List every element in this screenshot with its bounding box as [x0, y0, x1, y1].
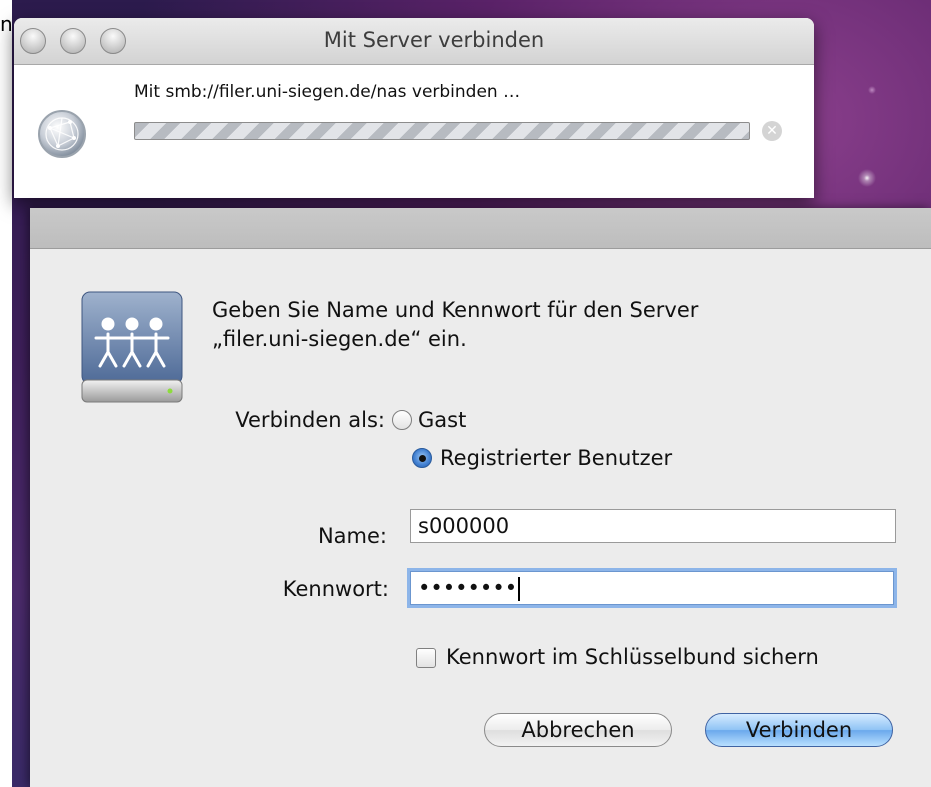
server-drive-icon [78, 290, 188, 410]
window-titlebar[interactable]: Mit Server verbinden [14, 18, 814, 65]
connect-as-label: Verbinden als: [235, 408, 385, 432]
login-sheet: Geben Sie Name und Kennwort für den Serv… [30, 208, 931, 787]
connect-window-body: Mit smb://filer.uni-siegen.de/nas verbin… [14, 65, 814, 198]
window-title: Mit Server verbinden [323, 28, 545, 52]
cancel-button[interactable]: Abbrechen [484, 713, 672, 747]
login-prompt: Geben Sie Name und Kennwort für den Serv… [212, 296, 698, 354]
globe-network-icon [38, 110, 86, 158]
name-label: Name: [317, 524, 387, 548]
sheet-header [30, 208, 931, 249]
keychain-checkbox[interactable] [416, 648, 436, 668]
name-field[interactable]: s000000 [410, 509, 896, 543]
keychain-checkbox-label[interactable]: Kennwort im Schlüsselbund sichern [446, 645, 819, 669]
login-prompt-line1: Geben Sie Name und Kennwort für den Serv… [212, 298, 699, 322]
connect-button[interactable]: Verbinden [705, 713, 893, 747]
radio-registered-user-label[interactable]: Registrierter Benutzer [440, 446, 672, 470]
password-label: Kennwort: [282, 577, 389, 601]
connection-status-message: Mit smb://filer.uni-siegen.de/nas verbin… [134, 82, 521, 102]
password-field[interactable]: •••••••• [410, 571, 894, 605]
radio-guest-label[interactable]: Gast [418, 408, 466, 432]
login-prompt-line2: „filer.uni-siegen.de“ ein. [212, 327, 467, 351]
connect-window: Mit Server verbinden Mit smb://filer.uni… [14, 18, 814, 198]
stray-text: n [0, 12, 13, 36]
radio-registered-user[interactable] [412, 448, 432, 468]
password-value: •••••••• [418, 576, 518, 600]
radio-guest[interactable] [392, 410, 412, 430]
text-cursor [518, 577, 521, 601]
connection-progress-bar [134, 122, 750, 140]
stop-icon[interactable]: ✕ [762, 121, 782, 141]
